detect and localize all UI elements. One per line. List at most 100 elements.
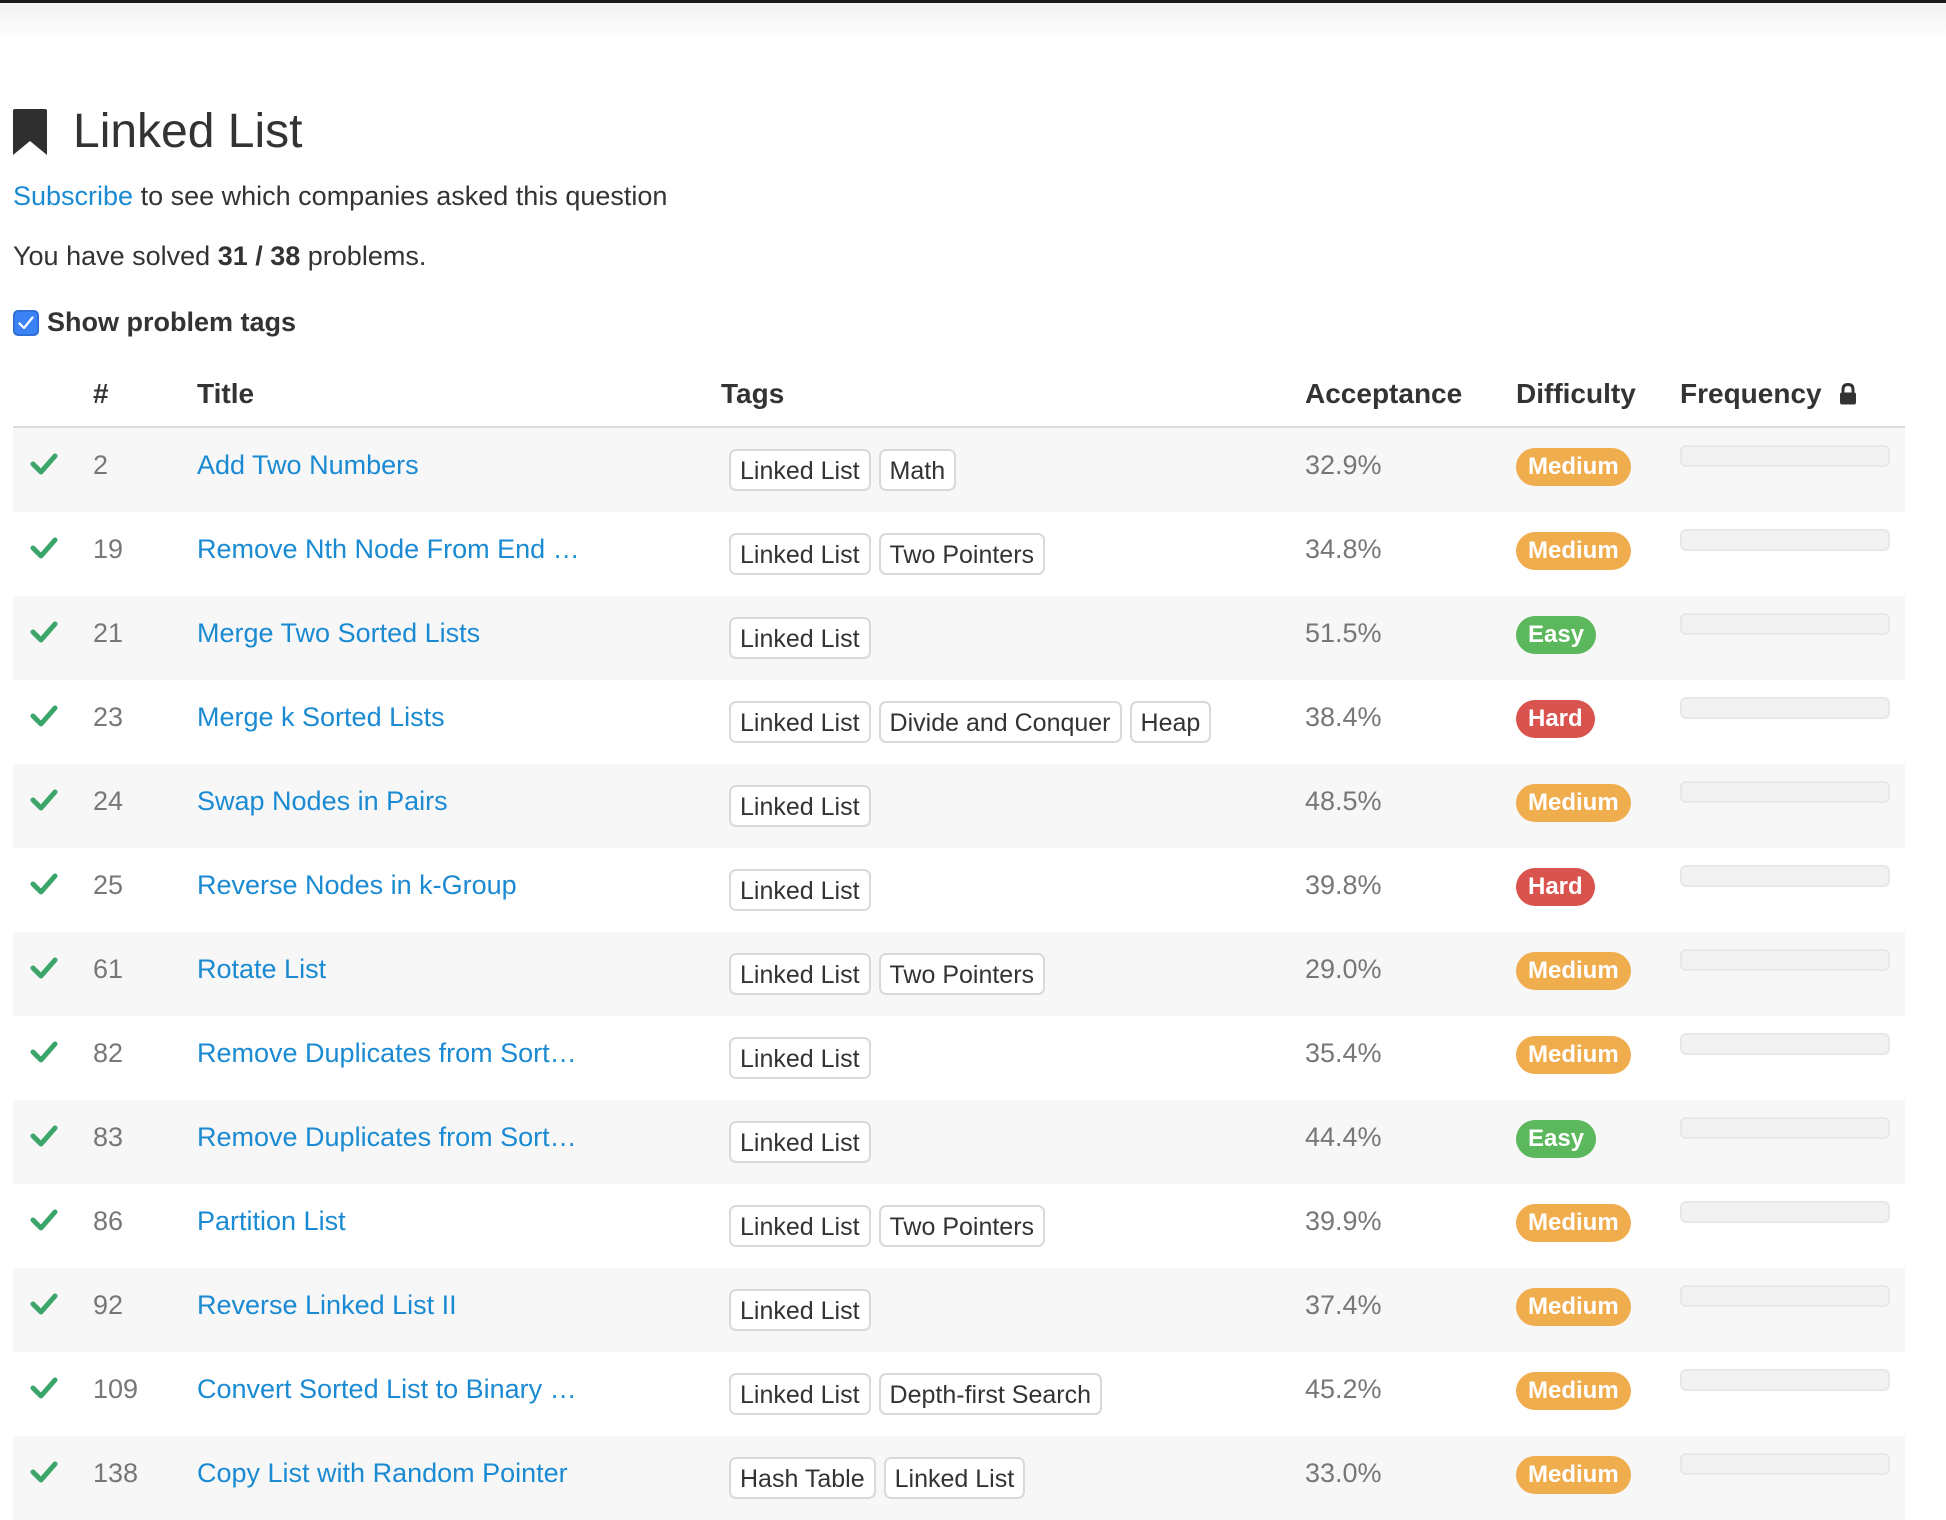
show-tags-toggle[interactable]: Show problem tags xyxy=(13,307,296,338)
frequency-bar xyxy=(1680,949,1890,971)
acceptance-cell: 45.2% xyxy=(1305,1352,1516,1436)
title-cell: Remove Nth Node From End … xyxy=(197,512,721,596)
difficulty-badge: Hard xyxy=(1516,868,1595,906)
show-tags-checkbox[interactable] xyxy=(13,309,39,336)
problem-tag[interactable]: Linked List xyxy=(729,533,871,575)
frequency-cell xyxy=(1680,512,1905,596)
problem-tag[interactable]: Linked List xyxy=(883,1457,1026,1499)
problem-tag[interactable]: Linked List xyxy=(729,785,871,827)
table-row: 19 Remove Nth Node From End … Linked List T… xyxy=(13,512,1905,596)
title-cell: Merge k Sorted Lists xyxy=(197,680,721,764)
status-cell xyxy=(13,1100,93,1184)
header-frequency[interactable]: Frequency xyxy=(1680,362,1905,428)
header-title[interactable]: Title xyxy=(197,362,721,428)
problem-tag[interactable]: Linked List xyxy=(729,1373,871,1415)
problem-tag[interactable]: Linked List xyxy=(729,953,871,995)
header-acceptance[interactable]: Acceptance xyxy=(1305,362,1516,428)
problem-title-link[interactable]: Convert Sorted List to Binary … xyxy=(197,1352,721,1406)
problem-title-link[interactable]: Partition List xyxy=(197,1184,721,1238)
problem-title-link[interactable]: Swap Nodes in Pairs xyxy=(197,764,721,818)
problem-tag[interactable]: Two Pointers xyxy=(878,953,1046,995)
difficulty-cell: Hard xyxy=(1516,680,1680,764)
tag-list: Linked List Divide and Conquer Heap xyxy=(721,680,1305,743)
problem-number: 21 xyxy=(93,618,124,648)
tags-cell: Linked List Two Pointers xyxy=(721,512,1305,596)
tags-cell: Linked List Depth-first Search xyxy=(721,1352,1305,1436)
subscribe-link[interactable]: Subscribe xyxy=(13,181,133,211)
page-title: Linked List xyxy=(73,105,303,158)
problem-number: 61 xyxy=(93,954,124,984)
frequency-bar xyxy=(1680,865,1890,887)
tags-cell: Linked List Two Pointers xyxy=(721,1184,1305,1268)
problem-tag[interactable]: Divide and Conquer xyxy=(878,701,1122,743)
problem-tag[interactable]: Linked List xyxy=(729,617,871,659)
problem-tag[interactable]: Linked List xyxy=(729,701,871,743)
acceptance-rate: 44.4% xyxy=(1305,1122,1382,1152)
status-cell xyxy=(13,1016,93,1100)
problem-tag[interactable]: Linked List xyxy=(729,869,871,911)
show-tags-label: Show problem tags xyxy=(47,307,297,337)
problem-tag[interactable]: Math xyxy=(878,449,957,491)
header-difficulty[interactable]: Difficulty xyxy=(1516,362,1680,428)
num-cell: 83 xyxy=(93,1100,197,1184)
frequency-cell xyxy=(1680,1184,1905,1268)
checkmark-icon xyxy=(18,315,34,329)
tags-cell: Hash Table Linked List xyxy=(721,1436,1305,1520)
tag-list: Linked List xyxy=(721,1100,1305,1163)
difficulty-badge: Medium xyxy=(1516,952,1631,990)
table-row: 86 Partition List Linked List Two Pointers 3… xyxy=(13,1184,1905,1268)
check-icon xyxy=(30,621,58,643)
status-cell xyxy=(13,1436,93,1520)
frequency-cell xyxy=(1680,680,1905,764)
problem-tag[interactable]: Linked List xyxy=(729,1037,871,1079)
num-cell: 138 xyxy=(93,1436,197,1520)
check-icon xyxy=(30,1377,58,1399)
header-num[interactable]: # xyxy=(93,362,197,428)
problem-title-link[interactable]: Merge k Sorted Lists xyxy=(197,680,721,734)
problem-title-link[interactable]: Merge Two Sorted Lists xyxy=(197,596,721,650)
problem-tag[interactable]: Linked List xyxy=(729,449,871,491)
problem-tag[interactable]: Depth-first Search xyxy=(878,1373,1102,1415)
frequency-bar xyxy=(1680,1369,1890,1391)
problem-tag[interactable]: Heap xyxy=(1129,701,1212,743)
difficulty-cell: Hard xyxy=(1516,848,1680,932)
tag-list: Linked List xyxy=(721,1016,1305,1079)
tag-list: Linked List Math xyxy=(721,428,1305,491)
problem-tag[interactable]: Two Pointers xyxy=(878,533,1046,575)
status-cell xyxy=(13,848,93,932)
table-row: 109 Convert Sorted List to Binary … Linked… xyxy=(13,1352,1905,1436)
problem-title-link[interactable]: Remove Duplicates from Sort… xyxy=(197,1016,721,1070)
problem-title-link[interactable]: Rotate List xyxy=(197,932,721,986)
num-cell: 86 xyxy=(93,1184,197,1268)
problem-tag[interactable]: Linked List xyxy=(729,1205,871,1247)
tag-list: Linked List xyxy=(721,848,1305,911)
acceptance-cell: 33.0% xyxy=(1305,1436,1516,1520)
problem-number: 23 xyxy=(93,702,124,732)
problem-tag[interactable]: Two Pointers xyxy=(878,1205,1046,1247)
check-icon xyxy=(30,1293,58,1315)
problem-tag[interactable]: Linked List xyxy=(729,1289,871,1331)
frequency-cell xyxy=(1680,1100,1905,1184)
problem-number: 109 xyxy=(93,1374,139,1404)
problem-title-link[interactable]: Remove Duplicates from Sort… xyxy=(197,1100,721,1154)
problem-title-link[interactable]: Add Two Numbers xyxy=(197,428,721,482)
acceptance-rate: 32.9% xyxy=(1305,450,1382,480)
frequency-cell xyxy=(1680,1352,1905,1436)
problem-title-link[interactable]: Reverse Linked List II xyxy=(197,1268,721,1322)
problem-tag[interactable]: Hash Table xyxy=(729,1457,876,1499)
problem-title-link[interactable]: Reverse Nodes in k-Group xyxy=(197,848,721,902)
problem-title-link[interactable]: Copy List with Random Pointer xyxy=(197,1436,721,1490)
status-cell xyxy=(13,1268,93,1352)
acceptance-cell: 38.4% xyxy=(1305,680,1516,764)
num-cell: 19 xyxy=(93,512,197,596)
check-icon xyxy=(30,1125,58,1147)
acceptance-cell: 44.4% xyxy=(1305,1100,1516,1184)
problem-number: 83 xyxy=(93,1122,124,1152)
problem-tag[interactable]: Linked List xyxy=(729,1121,871,1163)
difficulty-cell: Medium xyxy=(1516,1016,1680,1100)
check-icon xyxy=(30,537,58,559)
solved-count: 31 / 38 xyxy=(217,241,301,271)
acceptance-rate: 38.4% xyxy=(1305,702,1382,732)
problem-title-link[interactable]: Remove Nth Node From End … xyxy=(197,512,721,566)
tags-cell: Linked List xyxy=(721,1016,1305,1100)
